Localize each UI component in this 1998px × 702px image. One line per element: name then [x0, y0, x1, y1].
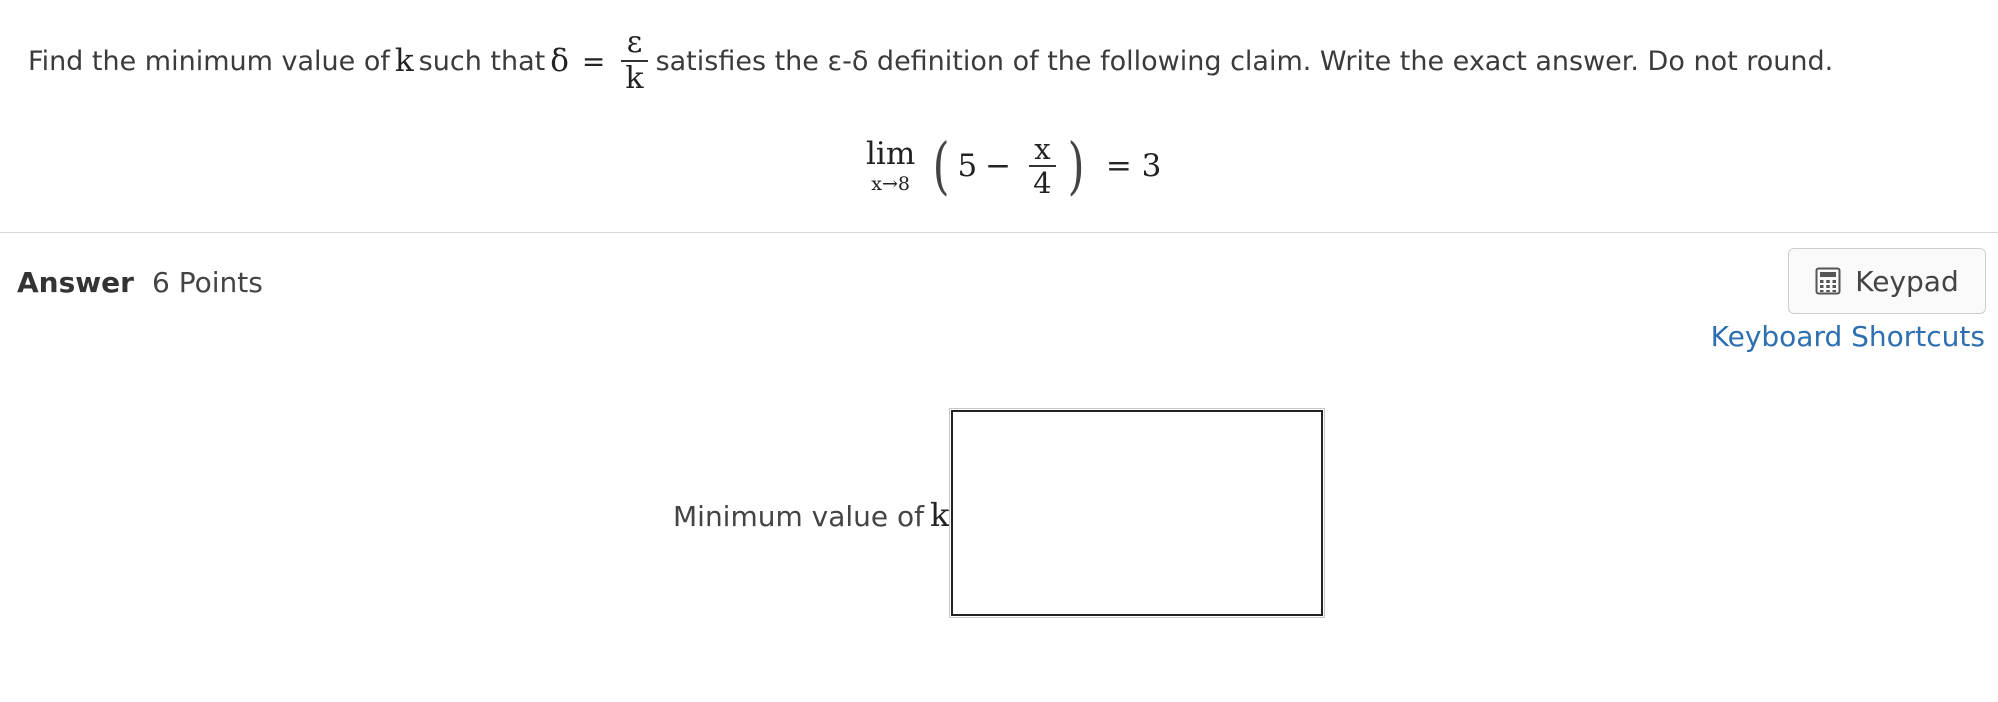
- fraction-denominator: 4: [1033, 166, 1052, 200]
- fraction-denominator: k: [625, 61, 644, 96]
- answer-field-label: Minimum value of k :: [673, 496, 959, 534]
- limit-operator: lim x→8: [866, 138, 915, 194]
- question-panel: Find the minimum value of k such that δ …: [0, 0, 1998, 233]
- fraction-numerator: x: [1034, 132, 1051, 166]
- keypad-button[interactable]: Keypad: [1788, 248, 1986, 314]
- open-paren: (: [932, 129, 950, 202]
- limit-word: lim: [866, 136, 916, 172]
- limit-claim: lim x→8 ( 5 − x 4 ) = 3: [866, 126, 1161, 206]
- answer-heading: Answer: [17, 266, 134, 299]
- minus-sign: −: [985, 148, 1012, 184]
- calculator-icon: [1815, 267, 1841, 295]
- variable-k: k: [394, 43, 414, 79]
- field-label-text: Minimum value of: [673, 500, 925, 533]
- question-text: Find the minimum value of k such that δ …: [28, 28, 1833, 94]
- equals-sign: =: [581, 44, 606, 78]
- limit-value: = 3: [1105, 148, 1162, 184]
- x-over-4-fraction: x 4: [1029, 132, 1056, 200]
- limit-subscript: x→8: [871, 173, 910, 195]
- epsilon-over-k-fraction: ε k: [621, 25, 648, 96]
- answer-input[interactable]: [949, 408, 1325, 618]
- question-suffix: satisfies the ε-δ definition of the foll…: [655, 45, 1834, 77]
- constant-five: 5: [957, 148, 978, 184]
- question-prefix: Find the minimum value of: [28, 45, 390, 77]
- keypad-label: Keypad: [1855, 264, 1959, 298]
- close-paren: ): [1067, 129, 1085, 202]
- points-value: 6 Points: [152, 266, 263, 299]
- fraction-numerator: ε: [626, 25, 643, 60]
- field-variable-k: k: [930, 496, 950, 534]
- delta-symbol: δ: [550, 43, 569, 79]
- keyboard-shortcuts-link[interactable]: Keyboard Shortcuts: [1711, 320, 1985, 353]
- question-such-that: such that: [418, 45, 546, 77]
